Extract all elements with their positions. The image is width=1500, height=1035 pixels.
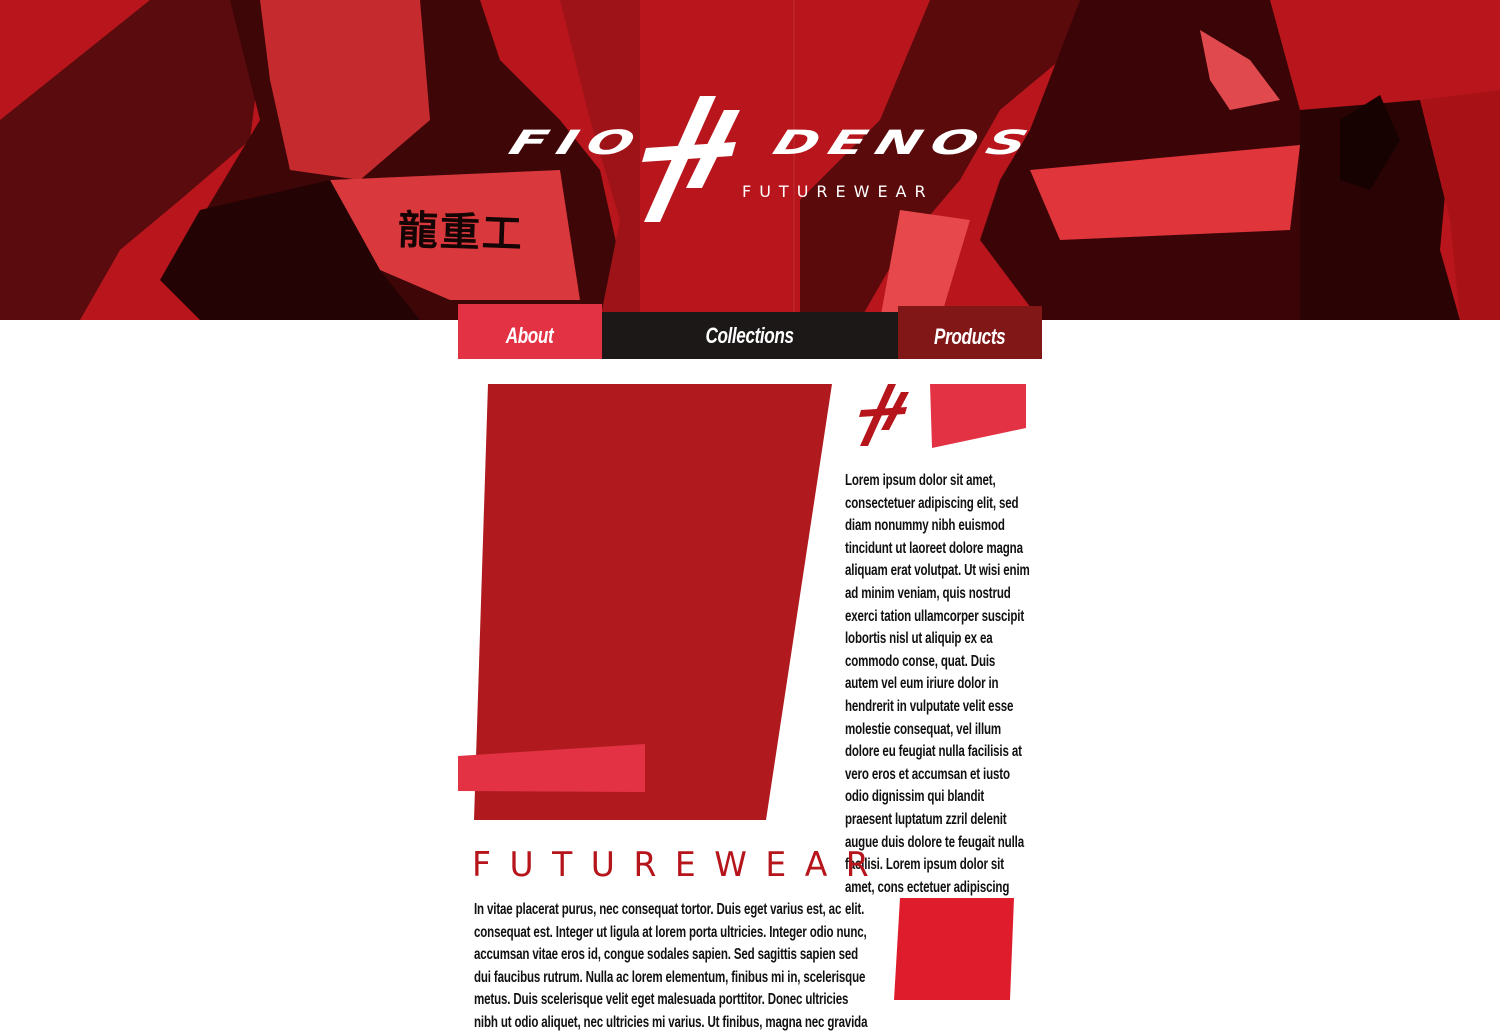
- main-nav: About Collections Products: [458, 304, 1042, 360]
- nav-collections-tab[interactable]: Collections: [602, 312, 898, 359]
- logo-word-left: FIO: [504, 122, 650, 162]
- hero-banner: 龍重工: [0, 0, 1500, 320]
- hero-kanji-text: 龍重工: [397, 206, 525, 258]
- section-paragraph: In vitae placerat purus, nec consequat t…: [474, 901, 868, 1031]
- section-heading: FUTUREWEAR: [472, 844, 888, 885]
- nav-products-label: Products: [934, 323, 1006, 349]
- hero-photo: [0, 0, 1500, 320]
- nav-collections-label: Collections: [705, 322, 795, 348]
- logo-tagline: FUTUREWEAR: [742, 182, 934, 201]
- logo-mark-icon: [642, 96, 740, 222]
- accent-block-bottom-right: [894, 898, 1014, 1000]
- nav-products-tab[interactable]: Products: [898, 306, 1042, 359]
- accent-block-top-right: [930, 384, 1026, 448]
- small-logo-mark-icon: [859, 384, 909, 446]
- feature-image-panel: [458, 384, 832, 820]
- nav-about-label: About: [506, 322, 554, 348]
- nav-about-tab[interactable]: About: [458, 304, 602, 359]
- logo-word-right: DENOS: [768, 122, 1043, 162]
